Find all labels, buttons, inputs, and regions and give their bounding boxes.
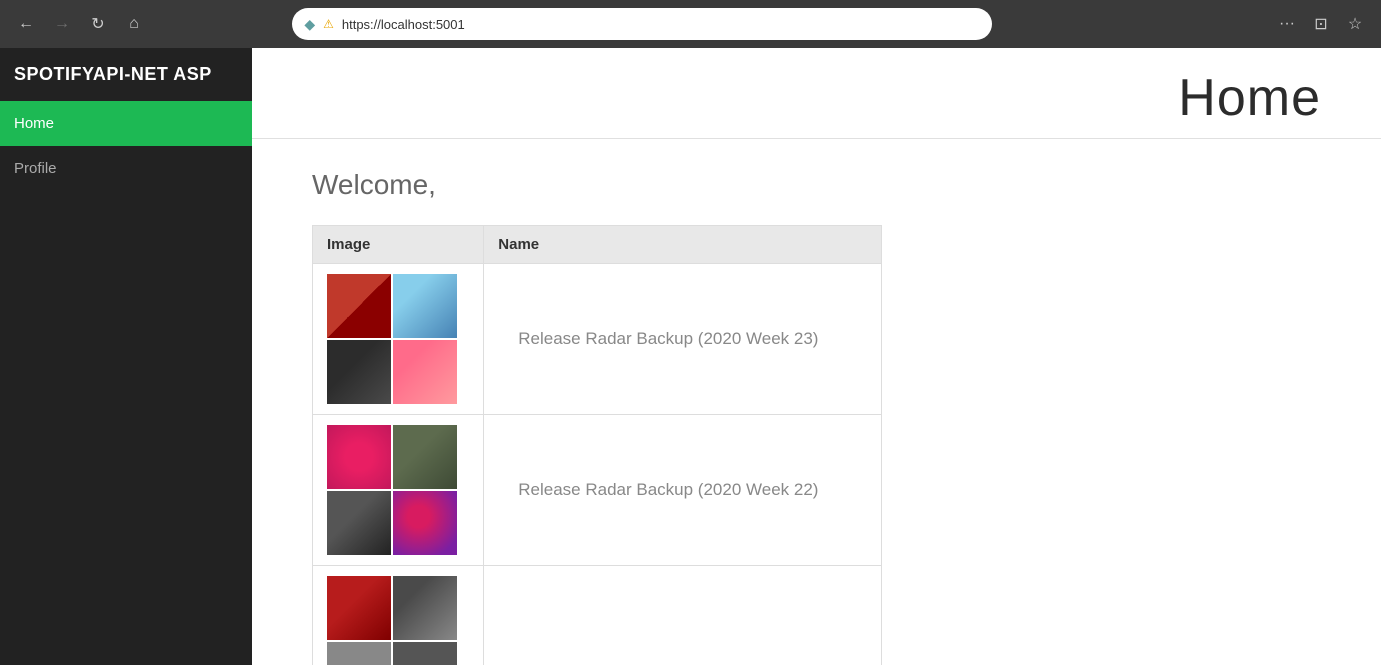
browser-right-icons: ··· ⊡ ☆ bbox=[1273, 10, 1369, 38]
app-container: SPOTIFYAPI-NET ASP Home Profile Home Wel… bbox=[0, 48, 1381, 665]
address-bar[interactable]: ◆ ⚠ https://localhost:5001 bbox=[292, 8, 992, 40]
album-thumb bbox=[393, 576, 457, 640]
table-cell-name: Release Radar Backup (2020 Week 22) bbox=[484, 415, 882, 566]
album-thumb bbox=[327, 576, 391, 640]
browser-chrome: ← → ↻ ⌂ ◆ ⚠ https://localhost:5001 ··· ⊡… bbox=[0, 0, 1381, 48]
playlist-name: Release Radar Backup (2020 Week 23) bbox=[498, 329, 838, 348]
page-title: Home bbox=[292, 68, 1321, 128]
forward-button[interactable]: → bbox=[48, 10, 76, 38]
sidebar-brand: SPOTIFYAPI-NET ASP bbox=[0, 48, 252, 101]
main-content: Home Welcome, Image Name bbox=[252, 48, 1381, 665]
pocket-button[interactable]: ⊡ bbox=[1307, 10, 1335, 38]
col-image-header: Image bbox=[313, 226, 484, 264]
home-button[interactable]: ⌂ bbox=[120, 10, 148, 38]
content-body: Welcome, Image Name bbox=[252, 139, 1381, 665]
album-thumb bbox=[327, 425, 391, 489]
table-cell-image bbox=[313, 566, 484, 665]
album-thumb bbox=[327, 491, 391, 555]
album-grid-1 bbox=[327, 274, 457, 404]
col-name-header: Name bbox=[484, 226, 882, 264]
sidebar-item-home[interactable]: Home bbox=[0, 101, 252, 146]
album-thumb bbox=[393, 340, 457, 404]
shield-icon: ◆ bbox=[304, 16, 315, 33]
table-cell-image bbox=[313, 264, 484, 415]
table-header-row: Image Name bbox=[313, 226, 882, 264]
lock-icon: ⚠ bbox=[323, 17, 334, 31]
page-title-bar: Home bbox=[252, 48, 1381, 139]
table-row bbox=[313, 566, 882, 665]
album-thumb bbox=[327, 642, 391, 665]
table-cell-name: Release Radar Backup (2020 Week 23) bbox=[484, 264, 882, 415]
star-button[interactable]: ☆ bbox=[1341, 10, 1369, 38]
table-row: Release Radar Backup (2020 Week 23) bbox=[313, 264, 882, 415]
playlist-name: Release Radar Backup (2020 Week 22) bbox=[498, 480, 838, 499]
welcome-text: Welcome, bbox=[312, 169, 1321, 201]
back-button[interactable]: ← bbox=[12, 10, 40, 38]
more-button[interactable]: ··· bbox=[1273, 10, 1301, 38]
playlist-name bbox=[498, 631, 538, 650]
table-cell-name bbox=[484, 566, 882, 665]
sidebar-item-profile[interactable]: Profile bbox=[0, 146, 252, 191]
album-grid-3 bbox=[327, 576, 457, 665]
album-thumb bbox=[393, 425, 457, 489]
album-thumb bbox=[393, 491, 457, 555]
album-thumb bbox=[327, 274, 391, 338]
url-text: https://localhost:5001 bbox=[342, 17, 465, 32]
album-thumb bbox=[327, 340, 391, 404]
table-cell-image bbox=[313, 415, 484, 566]
sidebar: SPOTIFYAPI-NET ASP Home Profile bbox=[0, 48, 252, 665]
reload-button[interactable]: ↻ bbox=[84, 10, 112, 38]
album-grid-2 bbox=[327, 425, 457, 555]
table-row: Release Radar Backup (2020 Week 22) bbox=[313, 415, 882, 566]
album-thumb bbox=[393, 274, 457, 338]
album-thumb bbox=[393, 642, 457, 665]
playlist-table: Image Name bbox=[312, 225, 882, 665]
